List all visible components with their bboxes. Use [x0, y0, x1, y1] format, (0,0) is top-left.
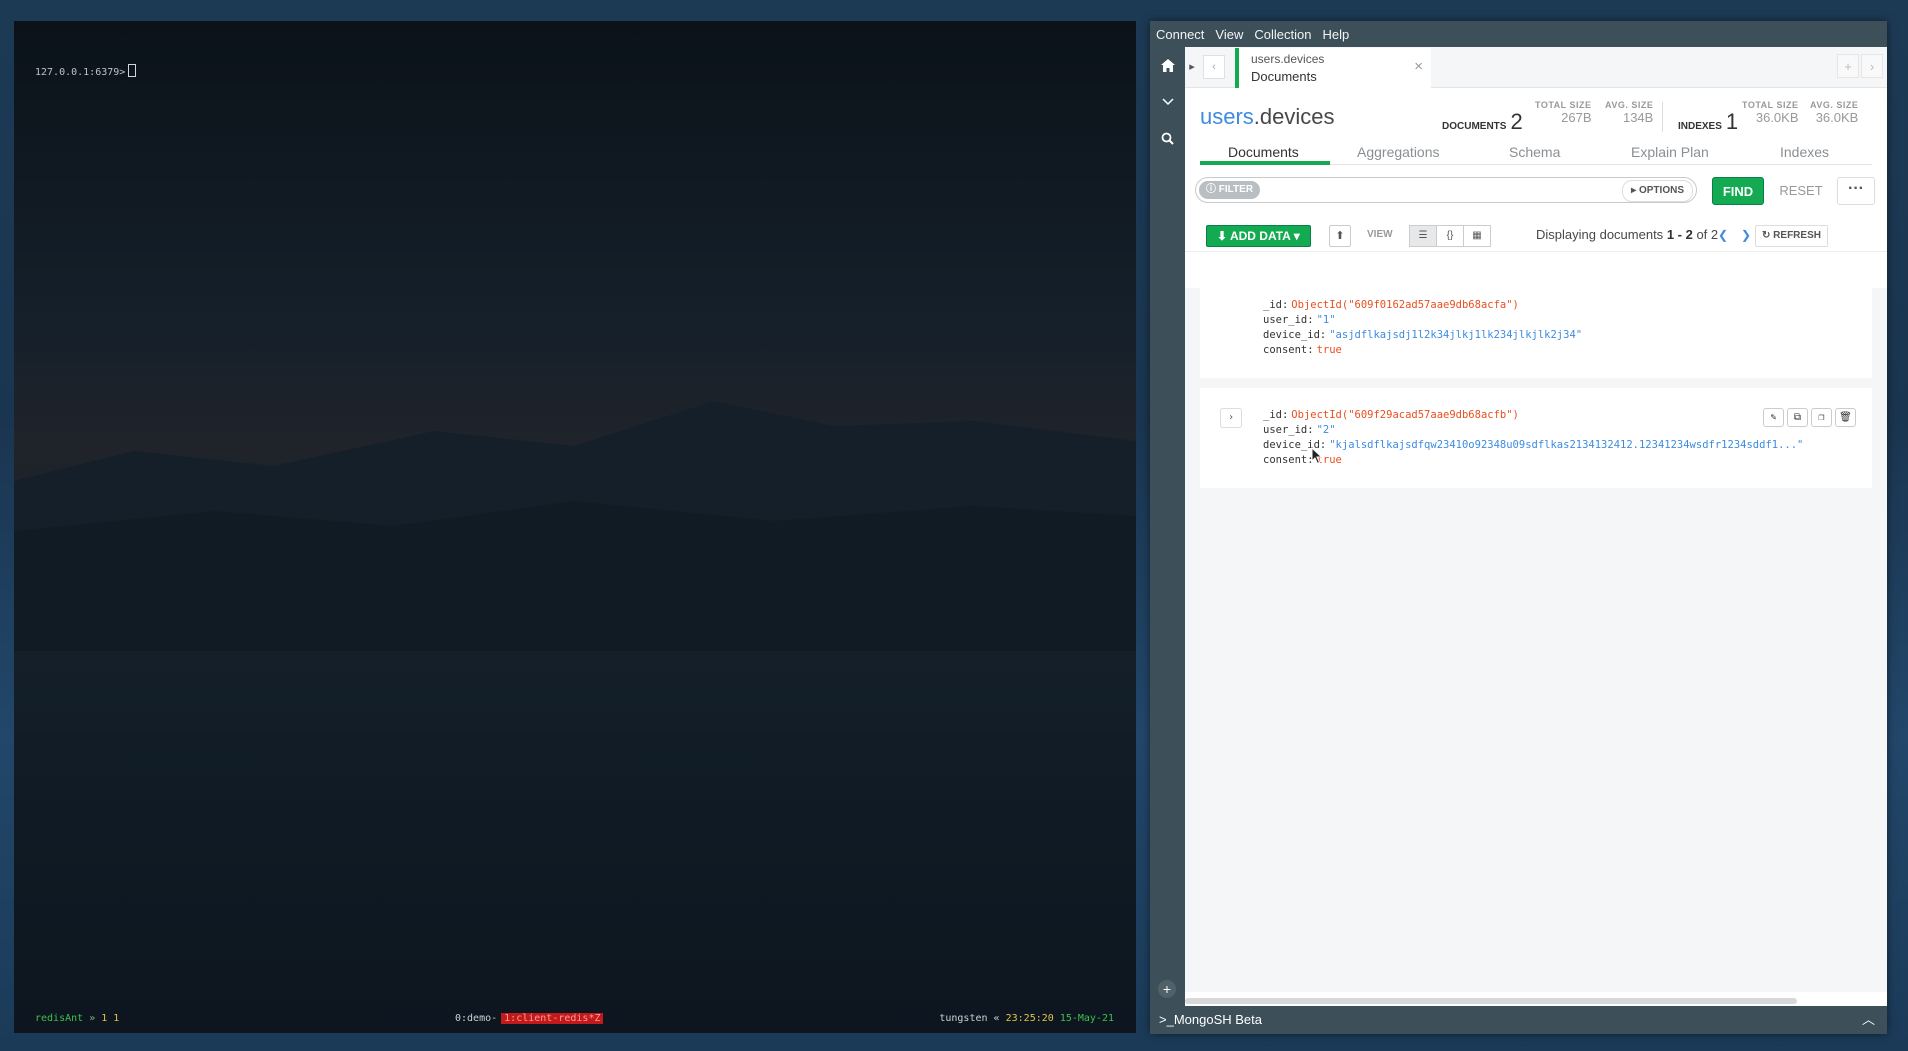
view-switcher: ☰ {} ▦ — [1409, 225, 1491, 247]
view-label: VIEW — [1367, 229, 1393, 240]
collection-name: users.devices — [1200, 104, 1335, 129]
tab-aggregations[interactable]: Aggregations — [1357, 144, 1440, 160]
json-view-icon[interactable]: {} — [1436, 225, 1464, 247]
document-list: _id: ObjectId("609f0162ad57aae9db68acfa")… — [1185, 288, 1887, 1004]
copy-icon[interactable]: ❐ — [1811, 408, 1832, 427]
index-avg-size-stat: AVG. SIZE 36.0KB — [1810, 100, 1859, 125]
tab-back-icon[interactable]: ‹ — [1203, 55, 1225, 79]
find-button[interactable]: FIND — [1712, 177, 1764, 205]
menu-bar: Connect View Collection Help — [1150, 21, 1887, 47]
clone-icon[interactable]: ⧉ — [1787, 408, 1808, 427]
new-tab-icon[interactable]: + — [1837, 54, 1859, 78]
prev-page-icon[interactable]: ❮ — [1718, 228, 1728, 242]
tmux-status-left: redisAnt » 1 1 — [35, 1013, 120, 1024]
tab-forward-icon[interactable]: › — [1861, 54, 1883, 78]
document-actions: ✎ ⧉ ❐ 🗑 — [1760, 408, 1856, 427]
tab-schema[interactable]: Schema — [1509, 144, 1560, 160]
tab-documents[interactable]: Documents — [1228, 144, 1299, 160]
export-icon[interactable]: ⬆ — [1329, 225, 1351, 247]
menu-collection[interactable]: Collection — [1254, 27, 1311, 42]
tab-explain-plan[interactable]: Explain Plan — [1631, 144, 1709, 160]
refresh-button[interactable]: ↻ REFRESH — [1755, 225, 1828, 247]
pagination-summary: Displaying documents 1 - 2 of 2 — [1536, 227, 1719, 242]
documents-toolbar: ⬇ ADD DATA ▾ ⬆ VIEW ☰ {} ▦ Displaying do… — [1185, 215, 1887, 252]
add-data-button[interactable]: ⬇ ADD DATA ▾ — [1206, 225, 1311, 247]
document-card[interactable]: › _id: ObjectId("609f29acad57aae9db68acfb… — [1200, 388, 1872, 488]
more-options-button[interactable]: ··· — [1837, 177, 1875, 205]
menu-help[interactable]: Help — [1322, 27, 1349, 42]
tmux-status-right: tungsten « 23:25:20 15-May-21 — [939, 1013, 1114, 1024]
filter-input[interactable]: ⓘ FILTER ▸ OPTIONS — [1195, 177, 1697, 203]
tab-indexes[interactable]: Indexes — [1780, 144, 1829, 160]
horizontal-scrollbar[interactable] — [1185, 998, 1797, 1004]
tab-users-devices[interactable]: users.devices Documents × — [1235, 48, 1431, 88]
terminal-cursor — [128, 64, 137, 77]
menu-connect[interactable]: Connect — [1156, 27, 1204, 42]
collection-view: ▸ ‹ users.devices Documents × + › users.… — [1185, 47, 1887, 1006]
list-view-icon[interactable]: ☰ — [1409, 225, 1437, 247]
compass-window: Connect View Collection Help + ▸ ‹ users… — [1150, 21, 1887, 1034]
filter-label: ⓘ FILTER — [1199, 181, 1261, 199]
close-icon[interactable]: × — [1414, 58, 1423, 75]
tab-strip: ▸ ‹ users.devices Documents × + › — [1185, 47, 1887, 88]
reset-button[interactable]: RESET — [1776, 177, 1826, 205]
next-page-icon[interactable]: ❯ — [1741, 228, 1751, 242]
document-card[interactable]: _id: ObjectId("609f0162ad57aae9db68acfa")… — [1200, 288, 1872, 378]
tmux-window-inactive[interactable]: 0:demo- — [455, 1013, 497, 1024]
mouse-pointer-icon — [1311, 447, 1323, 465]
table-view-icon[interactable]: ▦ — [1463, 225, 1491, 247]
index-total-size-stat: TOTAL SIZE 36.0KB — [1742, 100, 1799, 125]
terminal-window[interactable]: 127.0.0.1:6379> redisAnt » 1 1 0:demo- 1:… — [14, 21, 1136, 1033]
mongosh-bar[interactable]: >_MongoSH Beta ︿ — [1150, 1006, 1887, 1034]
indexes-count: INDEXES 1 — [1678, 109, 1739, 134]
plus-icon[interactable]: + — [1158, 980, 1176, 998]
options-button[interactable]: ▸ OPTIONS — [1622, 180, 1693, 202]
search-icon[interactable] — [1150, 120, 1185, 156]
collection-subtabs: Documents Aggregations Schema Explain Pl… — [1200, 134, 1872, 165]
tmux-window-list: 0:demo- 1:client-redis*Z — [455, 1013, 604, 1024]
home-icon[interactable] — [1150, 47, 1185, 83]
stats-divider — [1662, 102, 1663, 132]
expand-document-icon[interactable]: › — [1220, 408, 1242, 428]
edit-icon[interactable]: ✎ — [1763, 408, 1784, 427]
total-size-stat: TOTAL SIZE 267B — [1535, 100, 1592, 125]
caret-right-icon[interactable]: ▸ — [1189, 55, 1195, 77]
tmux-window-active[interactable]: 1:client-redis*Z — [501, 1013, 604, 1024]
trash-icon[interactable]: 🗑 — [1835, 408, 1856, 427]
avg-size-stat: AVG. SIZE 134B — [1605, 100, 1654, 125]
menu-view[interactable]: View — [1215, 27, 1243, 42]
refresh-icon: ↻ — [1762, 230, 1771, 241]
terminal-prompt: 127.0.0.1:6379> — [35, 64, 137, 78]
mountain-backdrop — [14, 401, 1136, 651]
query-bar: ⓘ FILTER ▸ OPTIONS FIND RESET ··· — [1185, 165, 1887, 215]
sidebar: + — [1150, 47, 1185, 1006]
caret-up-icon[interactable]: ︿ — [1862, 1006, 1875, 1034]
collection-header: users.devices DOCUMENTS 2 TOTAL SIZE 267B … — [1185, 88, 1887, 134]
chevron-down-icon[interactable] — [1150, 84, 1185, 120]
documents-count: DOCUMENTS 2 — [1442, 109, 1523, 134]
